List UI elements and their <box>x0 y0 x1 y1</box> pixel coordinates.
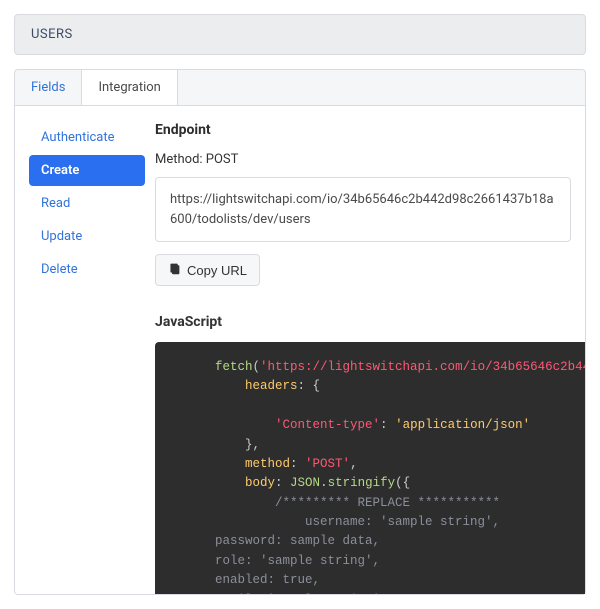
sidebar-item-delete[interactable]: Delete <box>29 254 145 285</box>
page-title-bar: USERS <box>14 14 586 55</box>
integration-panel: Authenticate Create Read Update Delete E… <box>14 106 586 595</box>
method-label: Method: POST <box>155 152 585 167</box>
tab-label: Fields <box>31 80 65 95</box>
sidebar-item-label: Authenticate <box>41 130 115 145</box>
sidebar-item-read[interactable]: Read <box>29 188 145 219</box>
copy-url-button[interactable]: Copy URL <box>155 254 260 286</box>
code-content: fetch('https://lightswitchapi.com/io/34b… <box>155 358 585 594</box>
sidebar: Authenticate Create Read Update Delete <box>15 106 155 594</box>
code-block[interactable]: fetch('https://lightswitchapi.com/io/34b… <box>155 342 585 594</box>
sidebar-item-label: Update <box>41 229 82 244</box>
endpoint-heading: Endpoint <box>155 122 585 138</box>
page-title: USERS <box>31 27 73 42</box>
content-area: Endpoint Method: POST https://lightswitc… <box>155 106 585 594</box>
sidebar-item-label: Read <box>41 196 70 211</box>
javascript-heading: JavaScript <box>155 314 585 330</box>
sidebar-item-label: Delete <box>41 262 78 277</box>
tab-fields[interactable]: Fields <box>15 70 82 105</box>
copy-icon <box>168 262 181 278</box>
sidebar-item-create[interactable]: Create <box>29 155 145 186</box>
endpoint-url-box[interactable]: https://lightswitchapi.com/io/34b65646c2… <box>155 177 571 242</box>
sidebar-item-update[interactable]: Update <box>29 221 145 252</box>
tab-integration[interactable]: Integration <box>81 70 177 105</box>
endpoint-url: https://lightswitchapi.com/io/34b65646c2… <box>170 192 554 227</box>
copy-url-label: Copy URL <box>187 263 247 278</box>
tabs: Fields Integration <box>14 69 586 106</box>
tab-label: Integration <box>98 80 160 95</box>
sidebar-item-authenticate[interactable]: Authenticate <box>29 122 145 153</box>
sidebar-item-label: Create <box>41 163 79 178</box>
